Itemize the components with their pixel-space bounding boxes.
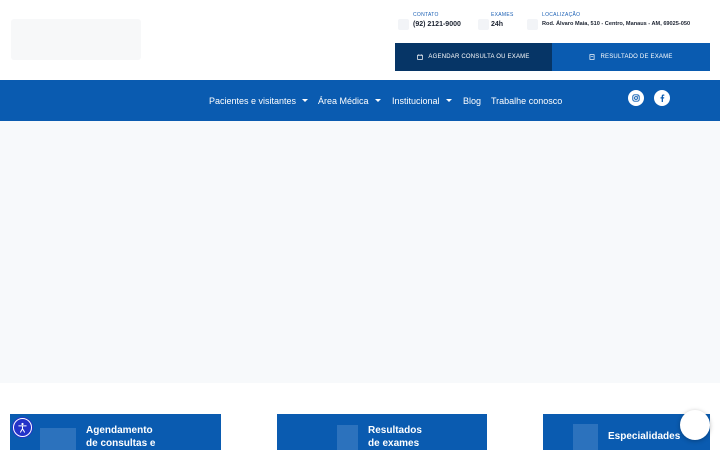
card-agendamento-text: Agendamento de consultas e (86, 424, 155, 450)
card-agendamento[interactable]: Agendamento de consultas e (10, 414, 221, 450)
card-title-line: Agendamento (86, 425, 153, 436)
nav-item-area-medica[interactable]: Área Médica (318, 80, 381, 121)
nav-item-label: Área Médica (318, 95, 369, 106)
nav-item-pacientes[interactable]: Pacientes e visitantes (209, 80, 309, 121)
contact-info: CONTATO (92) 2121-9000 (413, 12, 461, 28)
location-address: Rod. Álvaro Maia, 510 - Centro, Manaus -… (542, 21, 691, 27)
card-title-line: de consultas e (86, 438, 156, 449)
hero-banner (0, 121, 720, 383)
chat-widget-button[interactable] (680, 410, 710, 440)
accessibility-button[interactable] (13, 418, 32, 437)
document-icon (337, 425, 358, 450)
exams-info: EXAMES 24h (491, 12, 514, 28)
exams-label: EXAMES (491, 12, 514, 18)
card-title-line: Resultados (368, 425, 422, 436)
nav-item-label: Trabalhe conosco (491, 95, 563, 106)
location-info: LOCALIZAÇÃO Rod. Álvaro Maia, 510 - Cent… (542, 12, 690, 27)
contact-label: CONTATO (413, 12, 439, 18)
card-resultados-text: Resultados de exames (368, 424, 422, 450)
calendar-icon (417, 54, 424, 60)
location-icon (527, 19, 538, 30)
facebook-icon[interactable] (654, 90, 670, 106)
nav-item-label: Pacientes e visitantes (209, 95, 297, 106)
caret-down-icon (302, 99, 309, 102)
exam-results-button[interactable]: RESULTADO DE EXAME (552, 43, 710, 71)
card-especialidades-text: Especialidades (608, 430, 680, 443)
main-navigation: Pacientes e visitantes Área Médica Insti… (0, 80, 720, 121)
stethoscope-icon (573, 424, 598, 450)
clock-icon (478, 19, 489, 30)
calendar-icon (40, 428, 76, 450)
exam-results-label: RESULTADO DE EXAME (600, 54, 673, 60)
instagram-icon[interactable] (628, 90, 644, 106)
card-resultados[interactable]: Resultados de exames (277, 414, 487, 450)
schedule-appointment-button[interactable]: AGENDAR CONSULTA OU EXAME (395, 43, 552, 71)
caret-down-icon (445, 99, 452, 102)
card-title-line: Especialidades (608, 431, 681, 442)
accessibility-icon (18, 422, 27, 433)
nav-item-label: Institucional (392, 95, 440, 106)
phone-icon (398, 19, 409, 30)
contact-phone[interactable]: (92) 2121-9000 (413, 21, 461, 28)
card-title-line: de exames (368, 438, 420, 449)
logo[interactable] (11, 19, 141, 60)
document-icon (590, 54, 595, 60)
nav-item-institucional[interactable]: Institucional (392, 80, 452, 121)
nav-item-label: Blog (463, 95, 482, 106)
location-label: LOCALIZAÇÃO (542, 12, 581, 18)
exams-hours: 24h (491, 21, 504, 28)
schedule-appointment-label: AGENDAR CONSULTA OU EXAME (428, 54, 530, 60)
caret-down-icon (374, 99, 381, 102)
nav-item-trabalhe-conosco[interactable]: Trabalhe conosco (491, 80, 562, 121)
nav-item-blog[interactable]: Blog (463, 80, 481, 121)
